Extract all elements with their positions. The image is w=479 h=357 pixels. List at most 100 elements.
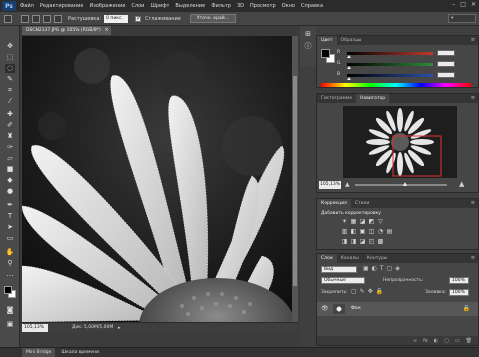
eraser-tool-icon[interactable]: ▱: [5, 154, 15, 163]
tab-styles[interactable]: Стили: [351, 199, 374, 208]
document-tab[interactable]: DSCN2137.JPG @ 105% (RGB/8*) ×: [22, 26, 111, 35]
add-selection-icon[interactable]: [32, 14, 40, 23]
hue-saturation-icon[interactable]: ▥: [341, 228, 348, 235]
green-knob-icon[interactable]: [347, 66, 351, 69]
image-canvas[interactable]: [22, 36, 292, 322]
blue-slider[interactable]: B: [337, 72, 465, 80]
lock-icons[interactable]: ▢✎✥🔒: [351, 288, 386, 295]
properties-panel-icon[interactable]: ⓘ: [303, 42, 313, 51]
layer-filter-select[interactable]: Вид: [321, 266, 357, 273]
menu-view[interactable]: Просмотр: [250, 3, 276, 9]
red-slider[interactable]: R: [337, 50, 465, 58]
layer-row-background[interactable]: 👁 Фон 🔒: [317, 302, 478, 316]
tab-layers[interactable]: Слои: [317, 254, 337, 263]
navigator-zoom-knob-icon[interactable]: [403, 182, 407, 186]
filter-icons[interactable]: ▣◐T▢◈: [363, 265, 403, 272]
posterize-icon[interactable]: ◨: [350, 238, 357, 245]
shape-tool-icon[interactable]: ▭: [5, 234, 15, 243]
gradient-tool-icon[interactable]: ■: [5, 165, 15, 174]
more-tools-icon[interactable]: …: [5, 270, 15, 279]
add-mask-icon[interactable]: ◐: [434, 338, 438, 344]
crop-tool-icon[interactable]: ⌗: [5, 86, 15, 95]
menu-select[interactable]: Выделение: [175, 3, 205, 9]
green-value[interactable]: [437, 61, 455, 67]
blue-knob-icon[interactable]: [347, 77, 351, 80]
history-brush-tool-icon[interactable]: ✑: [5, 143, 15, 152]
selective-color-icon[interactable]: ▩: [377, 238, 384, 245]
menu-edit[interactable]: Редактирование: [40, 3, 84, 9]
black-white-icon[interactable]: ▣: [359, 228, 366, 235]
threshold-icon[interactable]: ◪: [359, 238, 366, 245]
layers-panel-menu-icon[interactable]: ≡: [471, 255, 475, 261]
new-layer-icon[interactable]: ▭: [455, 338, 460, 344]
navigator-zoom-field[interactable]: 105,13%: [319, 181, 341, 189]
tab-paths[interactable]: Контуры: [363, 254, 392, 263]
zoom-level-field[interactable]: 105,13%: [22, 323, 48, 332]
tab-channels[interactable]: Каналы: [337, 254, 363, 263]
close-document-icon[interactable]: ×: [105, 26, 109, 35]
levels-icon[interactable]: ▦: [350, 218, 357, 225]
navigator-panel-menu-icon[interactable]: ≡: [471, 95, 475, 101]
dodge-tool-icon[interactable]: ●: [5, 187, 15, 196]
blur-tool-icon[interactable]: ◆: [5, 176, 15, 185]
visibility-eye-icon[interactable]: 👁: [321, 305, 329, 312]
menu-window[interactable]: Окно: [282, 3, 295, 9]
adjustments-panel-menu-icon[interactable]: ≡: [471, 200, 475, 206]
menu-filter[interactable]: Фильтр: [211, 3, 231, 9]
move-tool-icon[interactable]: ✥: [5, 42, 15, 51]
exposure-icon[interactable]: ◩: [368, 218, 375, 225]
opacity-field[interactable]: 100%: [449, 277, 469, 284]
type-tool-icon[interactable]: T: [5, 212, 15, 221]
fill-field[interactable]: 100%: [449, 289, 469, 296]
photo-filter-icon[interactable]: ◫: [368, 228, 375, 235]
maximize-button[interactable]: □: [460, 1, 466, 8]
delete-layer-icon[interactable]: 🗑: [466, 338, 472, 344]
lasso-preset-icon[interactable]: [4, 14, 12, 23]
stamp-tool-icon[interactable]: ♜: [5, 132, 15, 141]
scrollbar-thumb[interactable]: [293, 76, 297, 286]
zoom-tool-icon[interactable]: ⚲: [5, 259, 15, 268]
lasso-tool-icon[interactable]: ◌: [5, 64, 15, 73]
blue-value[interactable]: [437, 72, 455, 78]
color-balance-icon[interactable]: ◧: [350, 228, 357, 235]
status-menu-arrow-icon[interactable]: ▸: [118, 325, 121, 331]
brush-tool-icon[interactable]: ✐: [5, 121, 15, 130]
tab-adjustments[interactable]: Коррекция: [317, 199, 351, 208]
color-panel-menu-icon[interactable]: ≡: [471, 37, 475, 43]
panel-foreground-swatch[interactable]: [321, 49, 330, 58]
menu-help[interactable]: Справка: [301, 3, 323, 9]
screen-mode-icon[interactable]: ▣: [5, 320, 15, 329]
tab-timeline[interactable]: Шкала времени: [57, 348, 103, 357]
feather-input[interactable]: 0 пикс.: [104, 14, 129, 23]
tab-color[interactable]: Цвет: [317, 36, 337, 45]
gradient-map-icon[interactable]: ◰: [368, 238, 375, 245]
quick-mask-icon[interactable]: ◙: [5, 306, 15, 315]
tab-mini-bridge[interactable]: Mini Bridge: [22, 348, 56, 357]
red-knob-icon[interactable]: [347, 55, 351, 58]
new-group-icon[interactable]: ▢: [444, 338, 449, 344]
pen-tool-icon[interactable]: ✒: [5, 201, 15, 210]
marquee-tool-icon[interactable]: ⬚: [5, 53, 15, 62]
new-selection-icon[interactable]: [21, 14, 29, 23]
invert-icon[interactable]: ◨: [341, 238, 348, 245]
antialias-checkbox[interactable]: [135, 15, 141, 22]
menu-type[interactable]: Шрифт: [150, 3, 169, 9]
tab-navigator[interactable]: Навигатор: [356, 94, 390, 103]
layer-style-icon[interactable]: fx: [423, 338, 428, 344]
hand-tool-icon[interactable]: ✋: [5, 248, 15, 257]
zoom-out-icon[interactable]: ▲: [345, 181, 350, 188]
green-slider[interactable]: G: [337, 61, 465, 69]
menu-image[interactable]: Изображение: [89, 3, 125, 9]
menu-layer[interactable]: Слои: [131, 3, 144, 9]
minimize-button[interactable]: –: [452, 1, 455, 8]
healing-tool-icon[interactable]: ✚: [5, 110, 15, 119]
menu-file[interactable]: Файл: [20, 3, 34, 9]
navigator-zoom-slider[interactable]: [355, 184, 447, 186]
close-window-button[interactable]: ✕: [471, 1, 476, 8]
brightness-icon[interactable]: ☀: [341, 218, 348, 225]
navigator-thumbnail[interactable]: [343, 106, 457, 178]
quick-select-tool-icon[interactable]: ✎: [5, 75, 15, 84]
menu-3d[interactable]: 3D: [237, 3, 244, 9]
refine-edge-button[interactable]: Уточн. край...: [189, 14, 236, 23]
workspace-select[interactable]: ▾: [448, 14, 476, 23]
